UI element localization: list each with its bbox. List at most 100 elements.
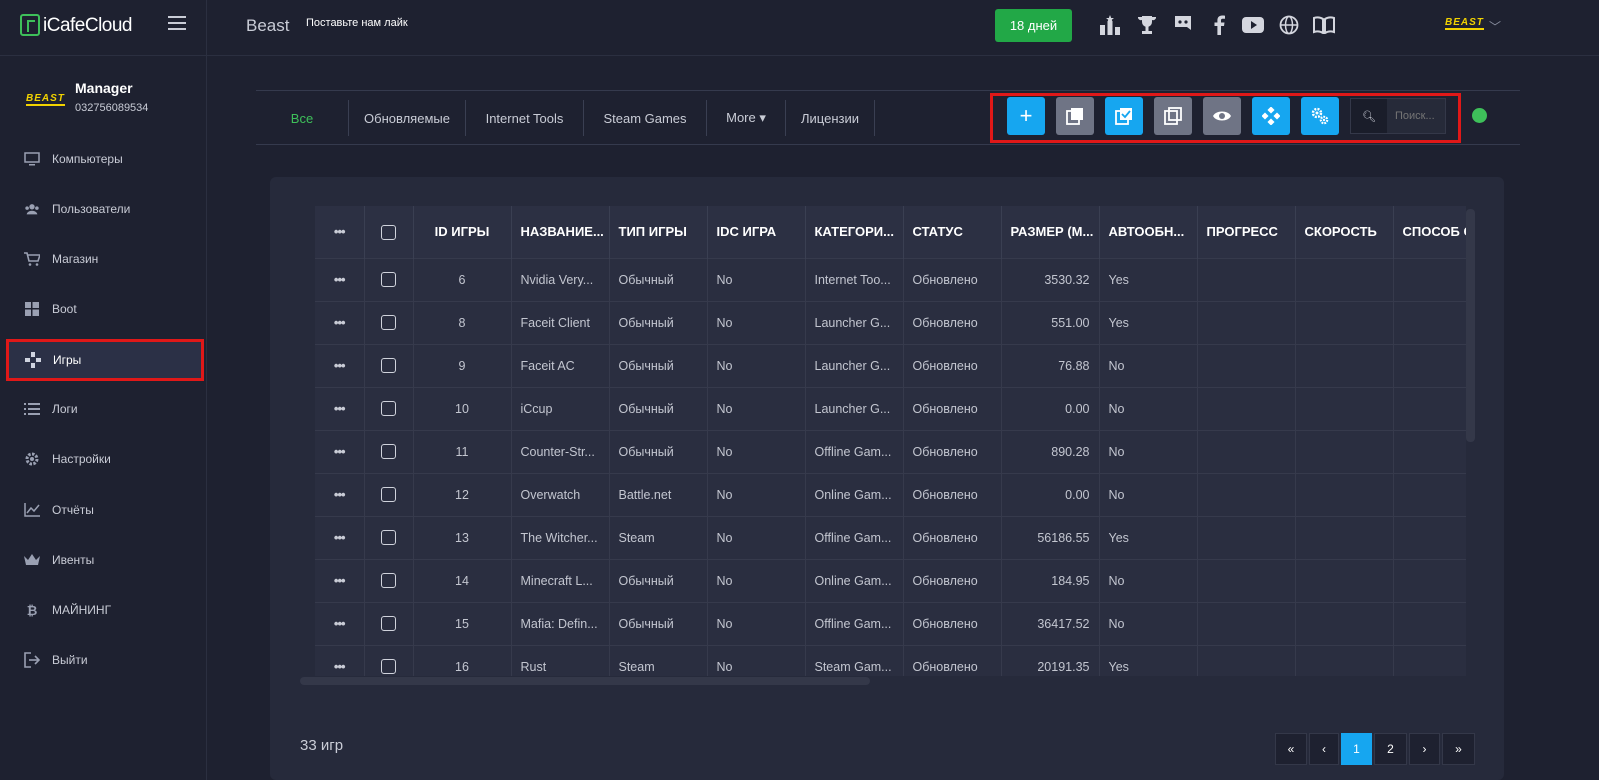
tab-steam-games[interactable]: Steam Games: [584, 100, 707, 136]
tab-updatable[interactable]: Обновляемые: [348, 100, 466, 136]
method-cell: [1393, 601, 1466, 645]
vertical-scrollbar[interactable]: [1466, 209, 1475, 442]
sidebar-item-mining[interactable]: ₿ МАЙНИНГ: [8, 590, 204, 630]
table-row[interactable]: ••• 8 Faceit Client Обычный No Launcher G... О…: [315, 300, 1466, 344]
sidebar-item-computers[interactable]: Компьютеры: [8, 139, 204, 179]
facebook-icon[interactable]: [1208, 14, 1230, 36]
sidebar-item-boot[interactable]: Boot: [8, 289, 204, 329]
page-1-button[interactable]: 1: [1341, 733, 1372, 765]
book-icon[interactable]: [1313, 14, 1335, 36]
game-type-cell: Обычный: [609, 300, 708, 344]
row-menu[interactable]: •••: [315, 257, 365, 301]
sidebar-item-shop[interactable]: Магазин: [8, 239, 204, 279]
row-checkbox[interactable]: [364, 429, 414, 473]
column-header[interactable]: РАЗМЕР (М...: [1001, 206, 1100, 258]
tab-internet-tools[interactable]: Internet Tools: [466, 100, 584, 136]
avatar: BEAST: [26, 93, 65, 106]
row-checkbox[interactable]: [364, 257, 414, 301]
youtube-icon[interactable]: [1242, 14, 1264, 36]
view-button[interactable]: [1203, 97, 1241, 135]
row-menu[interactable]: •••: [315, 601, 365, 645]
game-id-cell: 10: [413, 386, 512, 430]
game-settings-button[interactable]: [1301, 97, 1339, 135]
progress-cell: [1197, 257, 1296, 301]
row-checkbox[interactable]: [364, 644, 414, 676]
row-checkbox[interactable]: [364, 300, 414, 344]
row-menu[interactable]: •••: [315, 343, 365, 387]
chevron-down-icon[interactable]: ﹀: [1489, 18, 1501, 35]
table-row[interactable]: ••• 16 Rust Steam No Steam Gam... Обновлено 201…: [315, 644, 1466, 676]
table-row[interactable]: ••• 10 iCcup Обычный No Launcher G... Обновлен…: [315, 386, 1466, 430]
column-header[interactable]: АВТООБН...: [1099, 206, 1198, 258]
row-checkbox[interactable]: [364, 601, 414, 645]
game-id-cell: 11: [413, 429, 512, 473]
column-header[interactable]: СПОСОБ С: [1393, 206, 1466, 258]
online-globe-icon[interactable]: [1472, 108, 1487, 123]
sidebar-item-users[interactable]: Пользователи: [8, 189, 204, 229]
table-row[interactable]: ••• 12 Overwatch Battle.net No Online Gam... О…: [315, 472, 1466, 516]
duplicate-button[interactable]: [1154, 97, 1192, 135]
sidebar-item-reports[interactable]: Отчёты: [8, 490, 204, 530]
trophy-icon[interactable]: [1136, 14, 1158, 36]
column-header[interactable]: КАТЕГОРИ...: [805, 206, 904, 258]
prev-page-button[interactable]: ‹: [1309, 733, 1339, 765]
row-checkbox[interactable]: [364, 558, 414, 602]
first-page-button[interactable]: «: [1275, 733, 1307, 765]
tab-more[interactable]: More ▾: [707, 100, 786, 136]
table-row[interactable]: ••• 14 Minecraft L... Обычный No Online Gam..…: [315, 558, 1466, 602]
license-days-button[interactable]: 18 дней: [995, 9, 1072, 42]
column-header[interactable]: ПРОГРЕСС: [1197, 206, 1296, 258]
page-2-button[interactable]: 2: [1374, 733, 1407, 765]
sidebar-item-settings[interactable]: Настройки: [8, 439, 204, 479]
add-game-button[interactable]: +: [1007, 97, 1045, 135]
column-header[interactable]: НАЗВАНИЕ...: [511, 206, 610, 258]
row-menu[interactable]: •••: [315, 472, 365, 516]
row-menu[interactable]: •••: [315, 644, 365, 676]
row-checkbox[interactable]: [364, 386, 414, 430]
sidebar-item-logs[interactable]: Логи: [8, 389, 204, 429]
column-header[interactable]: ТИП ИГРЫ: [609, 206, 708, 258]
next-page-button[interactable]: ›: [1409, 733, 1440, 765]
select-all-checkbox[interactable]: [364, 206, 414, 258]
sidebar-item-events[interactable]: Ивенты: [8, 540, 204, 580]
table-row[interactable]: ••• 6 Nvidia Very... Обычный No Internet Too.…: [315, 257, 1466, 301]
column-header[interactable]: СТАТУС: [903, 206, 1002, 258]
copy-button[interactable]: [1056, 97, 1094, 135]
speed-cell: [1295, 558, 1394, 602]
tab-licenses[interactable]: Лицензии: [786, 100, 875, 136]
account-logo[interactable]: BEAST: [1445, 18, 1484, 30]
column-header[interactable]: ID ИГРЫ: [413, 206, 512, 258]
row-menu[interactable]: •••: [315, 558, 365, 602]
row-menu[interactable]: •••: [315, 429, 365, 473]
ranking-icon[interactable]: [1099, 14, 1121, 36]
table-row[interactable]: ••• 15 Mafia: Defin... Обычный No Offline Gam…: [315, 601, 1466, 645]
select-copy-button[interactable]: [1105, 97, 1143, 135]
column-header[interactable]: СКОРОСТЬ: [1295, 206, 1394, 258]
menu-toggle-icon[interactable]: [168, 16, 186, 30]
crown-icon: [24, 552, 40, 568]
discord-icon[interactable]: [1172, 14, 1194, 36]
table-row[interactable]: ••• 13 The Witcher... Steam No Offline Gam...…: [315, 515, 1466, 559]
row-menu[interactable]: •••: [315, 300, 365, 344]
sidebar-item-logout[interactable]: Выйти: [8, 640, 204, 680]
sidebar-item-label: Отчёты: [52, 503, 94, 517]
row-menu[interactable]: •••: [315, 386, 365, 430]
column-header[interactable]: IDC ИГРА: [707, 206, 806, 258]
search-input[interactable]: [1387, 99, 1445, 133]
globe-icon[interactable]: [1278, 14, 1300, 36]
categories-button[interactable]: [1252, 97, 1290, 135]
table-row[interactable]: ••• 11 Counter-Str... Обычный No Offline Gam.…: [315, 429, 1466, 473]
row-actions-header[interactable]: •••: [315, 206, 365, 258]
horizontal-scrollbar[interactable]: [300, 677, 870, 685]
progress-cell: [1197, 472, 1296, 516]
row-checkbox[interactable]: [364, 343, 414, 387]
checkbox-icon: [381, 530, 396, 546]
sidebar-item-games[interactable]: Игры: [6, 339, 204, 381]
last-page-button[interactable]: »: [1442, 733, 1475, 765]
tab-all[interactable]: Все: [256, 100, 348, 136]
table-row[interactable]: ••• 9 Faceit AC Обычный No Launcher G... Обнов…: [315, 343, 1466, 387]
status-cell: Обновлено: [903, 429, 1002, 473]
row-menu[interactable]: •••: [315, 515, 365, 559]
row-checkbox[interactable]: [364, 515, 414, 559]
row-checkbox[interactable]: [364, 472, 414, 516]
